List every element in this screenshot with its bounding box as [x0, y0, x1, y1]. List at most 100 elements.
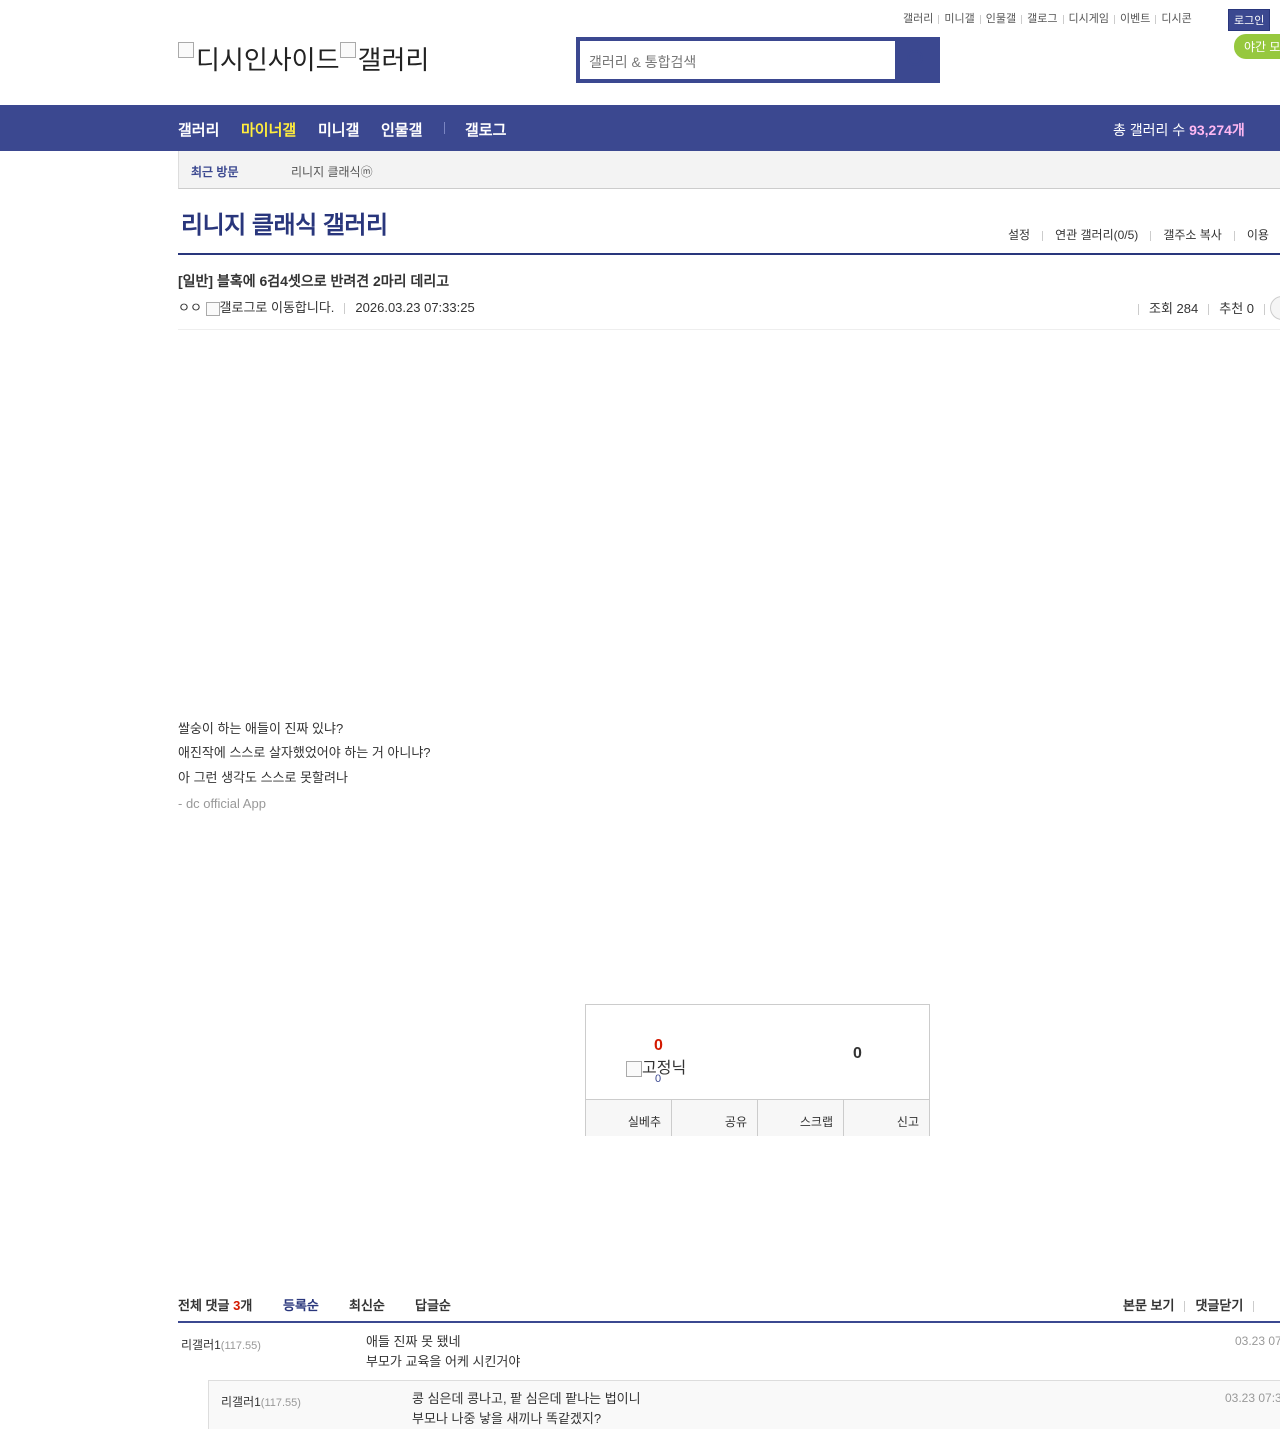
- broken-image-icon: [626, 1060, 642, 1077]
- button-label: 스크랩: [799, 1115, 833, 1129]
- related-gallery-link[interactable]: 연관 갤러리(0/5): [1047, 226, 1146, 243]
- util-event-link[interactable]: 이벤트: [1115, 10, 1155, 26]
- comment-total-label: 전체 댓글: [178, 1298, 230, 1313]
- divider: [1184, 1301, 1186, 1313]
- nick-ip: (117.55): [260, 1397, 301, 1409]
- post-line: 애진작에 스스로 살자했었어야 하는 거 아니냐?: [178, 745, 431, 760]
- util-game-link[interactable]: 디시게임: [1064, 10, 1114, 26]
- search-bar: 갤러리 & 통합검색: [576, 37, 940, 83]
- nav-mini-gallery[interactable]: 미니갤: [318, 119, 359, 140]
- recommend-box: 0 고정닉 0 0 실베추 공유 스크랩 신고: [585, 1004, 930, 1136]
- total-label: 총 갤러리 수: [1113, 122, 1186, 138]
- button-label: 공유: [724, 1115, 747, 1129]
- button-label: 신고: [896, 1115, 919, 1129]
- util-gallog-link[interactable]: 갤로그: [1022, 10, 1062, 26]
- app-signature: - dc official App: [178, 796, 266, 811]
- settings-link[interactable]: 설정: [1000, 226, 1038, 243]
- recent-visit-gallery[interactable]: 리니지 클래식ⓜ: [291, 163, 373, 180]
- usage-link[interactable]: 이용: [1239, 226, 1277, 243]
- scrap-button[interactable]: 스크랩: [758, 1100, 844, 1136]
- comment-date: 03.23 07:: [1235, 1334, 1280, 1348]
- comment-line: 콩 심은데 콩나고, 팥 심은데 팥나는 법이니: [412, 1391, 641, 1406]
- nick-ip: (117.55): [220, 1340, 261, 1352]
- fixed-nick-count: 0: [655, 1073, 662, 1085]
- nav-minor-gallery[interactable]: 마이너갤: [241, 119, 296, 140]
- gallery-title[interactable]: 리니지 클래식 갤러리: [181, 205, 388, 240]
- nav-gallog[interactable]: 갤로그: [465, 119, 506, 140]
- broken-image-icon: [178, 42, 194, 58]
- divider: [1138, 304, 1139, 316]
- reply-date: 03.23 07:3: [1225, 1391, 1280, 1405]
- search-placeholder: 갤러리 & 통합검색: [589, 54, 697, 70]
- reply-text: 콩 심은데 콩나고, 팥 심은데 팥나는 법이니 부모나 나중 낳을 새끼나 똑…: [412, 1389, 641, 1429]
- best-recommend-button[interactable]: 실베추: [586, 1100, 672, 1136]
- reply-comment: [208, 1380, 1280, 1429]
- logo-section-alt: 갤러리: [357, 45, 430, 75]
- login-button[interactable]: 로그인: [1228, 9, 1271, 31]
- gallog-link-alt[interactable]: 갤로그로 이동합니다.: [220, 300, 335, 315]
- util-dccon-link[interactable]: 디시콘: [1156, 10, 1196, 26]
- fixed-nick-alt: 고정닉: [642, 1060, 687, 1077]
- search-input[interactable]: 갤러리 & 통합검색: [580, 41, 895, 79]
- downvote-count[interactable]: 0: [853, 1045, 862, 1063]
- divider: [344, 303, 346, 315]
- view-post-button[interactable]: 본문 보기: [1123, 1298, 1174, 1313]
- logo-site-alt: 디시인사이드: [196, 45, 340, 75]
- reply-nick[interactable]: 리갤러1(117.55): [221, 1393, 301, 1410]
- post-stats: 조회 284 추천 0: [1128, 298, 1275, 317]
- night-mode-button[interactable]: 야간 모드: [1234, 34, 1280, 59]
- search-button[interactable]: [895, 37, 940, 83]
- sort-by-replies[interactable]: 답글순: [415, 1295, 451, 1314]
- recommend-actions: 실베추 공유 스크랩 신고: [586, 1099, 929, 1136]
- report-button[interactable]: 신고: [844, 1100, 929, 1136]
- divider: [1264, 304, 1265, 316]
- nav-gallery[interactable]: 갤러리: [178, 119, 219, 140]
- button-label: 실베추: [627, 1115, 661, 1129]
- main-nav: 갤러리 마이너갤 미니갤 인물갤 갤로그 총 갤러리 수 93,274개: [0, 105, 1280, 151]
- recent-visit-label[interactable]: 최근 방문: [191, 163, 239, 180]
- util-menu: 갤러리 미니갤 인물갤 갤로그 디시게임 이벤트 디시콘: [898, 10, 1197, 26]
- divider: [178, 1321, 1280, 1323]
- sort-by-latest[interactable]: 최신순: [349, 1295, 385, 1314]
- upvote-count[interactable]: 0: [654, 1037, 663, 1055]
- util-minigall-link[interactable]: 미니갤: [939, 10, 979, 26]
- nav-person-gallery[interactable]: 인물갤: [381, 119, 422, 140]
- divider: [178, 329, 1280, 330]
- comment-nick[interactable]: 리갤러1(117.55): [181, 1336, 261, 1353]
- util-gallery-link[interactable]: 갤러리: [898, 10, 938, 26]
- divider: [1150, 230, 1152, 241]
- recent-visit-bar: 최근 방문 리니지 클래식ⓜ: [178, 151, 1280, 189]
- broken-image-icon: [205, 301, 220, 316]
- sort-by-registered[interactable]: 등록순: [283, 1295, 319, 1314]
- divider: [1253, 1301, 1255, 1313]
- comment-text: 애들 진짜 못 됐네 부모가 교육을 어케 시킨거야: [366, 1332, 520, 1372]
- view-count: 조회 284: [1149, 301, 1199, 316]
- comment-line: 애들 진짜 못 됐네: [366, 1334, 461, 1349]
- search-icon: [907, 50, 923, 66]
- broken-image-icon: [339, 42, 356, 58]
- post-date: 2026.03.23 07:33:25: [355, 300, 475, 315]
- comment-line: 부모가 교육을 어케 시킨거야: [366, 1354, 521, 1369]
- divider: [1042, 230, 1044, 241]
- divider: [1208, 304, 1210, 316]
- comment-line: 부모나 나중 낳을 새끼나 똑같겠지?: [412, 1411, 602, 1426]
- writer-nick[interactable]: ㅇㅇ: [178, 300, 202, 315]
- gallery-total-count: 총 갤러리 수 93,274개: [1113, 120, 1245, 140]
- comment-unit: 개: [240, 1298, 253, 1313]
- close-comments-button[interactable]: 댓글닫기: [1195, 1298, 1243, 1313]
- nick-name: 리갤러1: [221, 1395, 261, 1409]
- comment-tools: 본문 보기 댓글닫기: [1123, 1295, 1264, 1314]
- copy-address-link[interactable]: 갤주소 복사: [1155, 226, 1230, 243]
- post-line: 쌀숭이 하는 애들이 진짜 있냐?: [178, 721, 344, 736]
- comment-total: 전체 댓글 3개: [178, 1295, 252, 1314]
- site-logo[interactable]: 디시인사이드 갤러리: [178, 40, 429, 77]
- nick-name: 리갤러1: [181, 1338, 221, 1352]
- recommend-count: 추천 0: [1219, 301, 1254, 316]
- total-value: 93,274개: [1189, 122, 1245, 138]
- util-person-link[interactable]: 인물갤: [981, 10, 1021, 26]
- post-meta: ㅇㅇ 갤로그로 이동합니다. 2026.03.23 07:33:25: [178, 297, 475, 316]
- share-button[interactable]: 공유: [672, 1100, 758, 1136]
- post-line: 아 그런 생각도 스스로 못할려나: [178, 770, 348, 785]
- divider: [178, 253, 1280, 255]
- divider: [444, 122, 445, 134]
